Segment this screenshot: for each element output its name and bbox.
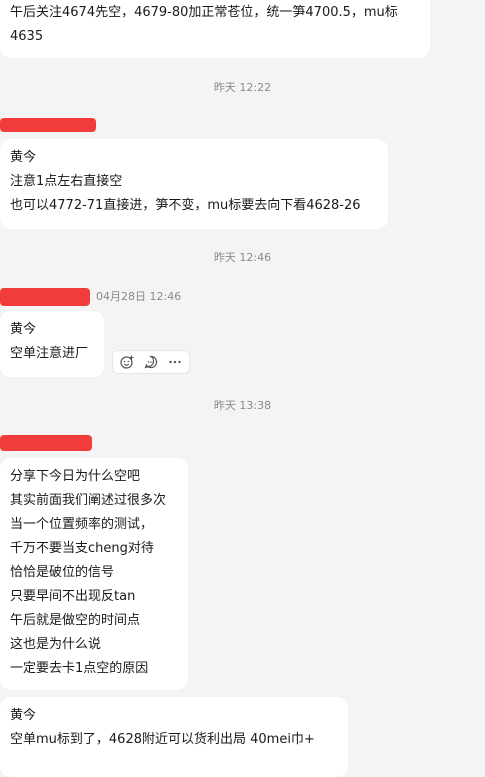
message-line: 其实前面我们阐述过很多次 <box>10 493 167 508</box>
message-line: 午后关注4674先空，4679-80加正常苍位，统一笋4700.5，mu标 <box>10 5 398 20</box>
message-sender-label: 黄今 <box>10 322 37 337</box>
message-line: 午后就是做空的时间点 <box>10 613 141 628</box>
redacted-sender-name <box>0 435 92 451</box>
message-line: 也可以4772-71直接进，笋不变，mu标要去向下看4628-26 <box>10 198 361 213</box>
reply-icon[interactable] <box>141 352 161 372</box>
message-bubble-1[interactable]: 午后关注4674先空，4679-80加正常苍位，统一笋4700.5，mu标 46… <box>0 0 430 58</box>
timestamp-divider: 昨天 12:22 <box>213 81 272 94</box>
message-line: 空单mu标到了，4628附近可以货利出局 40mei巾+ <box>10 732 315 747</box>
more-icon[interactable] <box>165 352 185 372</box>
timestamp-divider: 昨天 12:46 <box>213 251 272 264</box>
message-sender-label: 黄今 <box>10 708 37 723</box>
message-bubble-5[interactable]: 黄今 空单mu标到了，4628附近可以货利出局 40mei巾+ <box>0 697 348 777</box>
message-line: 一定要去卡1点空的原因 <box>10 661 149 676</box>
message-line: 空单注意进厂 <box>10 346 89 361</box>
message-line: 只要早间不出现反tan <box>10 589 136 604</box>
message-line: 分享下今日为什么空吧 <box>10 469 141 484</box>
redacted-sender-name <box>0 288 90 306</box>
redacted-sender-name <box>0 118 96 132</box>
message-line: 千万不要当支cheng对待 <box>10 541 154 556</box>
message-bubble-4[interactable]: 分享下今日为什么空吧 其实前面我们阐述过很多次 当一个位置频率的测试， 千万不要… <box>0 458 188 690</box>
emoji-reaction-icon[interactable] <box>117 352 137 372</box>
message-line: 注意1点左右直接空 <box>10 174 123 189</box>
message-sender-label: 黄今 <box>10 150 37 165</box>
timestamp-divider: 昨天 13:38 <box>213 399 272 412</box>
message-action-bar <box>112 350 190 374</box>
message-line: 这也是为什么说 <box>10 637 102 652</box>
message-line: 当一个位置频率的测试， <box>10 517 154 532</box>
message-bubble-2[interactable]: 黄今 注意1点左右直接空 也可以4772-71直接进，笋不变，mu标要去向下看4… <box>0 139 388 229</box>
message-line: 4635 <box>10 29 44 44</box>
sender-timestamp: 04月28日 12:46 <box>96 290 182 303</box>
message-bubble-3[interactable]: 黄今 空单注意进厂 <box>0 311 104 377</box>
message-line: 恰恰是破位的信号 <box>10 565 115 580</box>
